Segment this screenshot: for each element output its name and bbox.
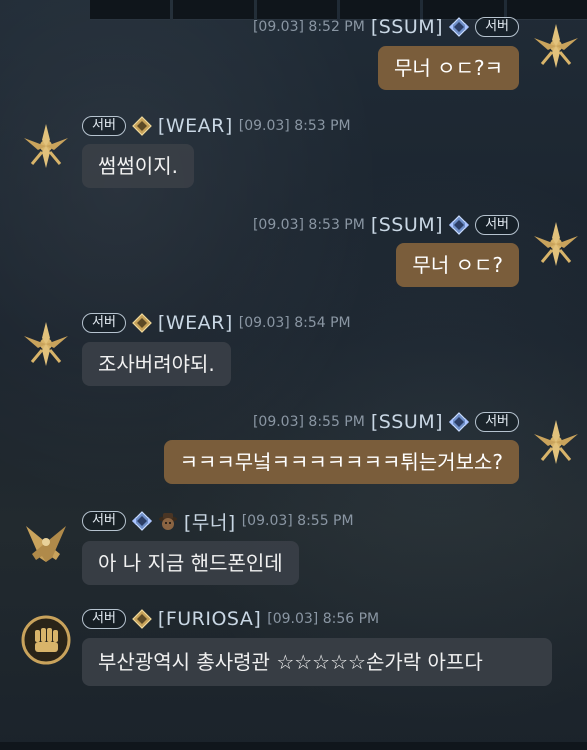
message-bubble[interactable]: ㅋㅋㅋ무넠ㅋㅋㅋㅋㅋㅋㅋ튀는거보소?: [163, 440, 519, 484]
message-bubble[interactable]: 아 나 지금 핸드폰인데: [82, 541, 299, 585]
gold-crest-icon[interactable]: [20, 318, 72, 370]
gold-crest-icon[interactable]: [530, 416, 582, 468]
blue-diamond-rank-icon: [449, 215, 470, 235]
fist-emblem-icon[interactable]: [20, 614, 72, 666]
gold-diamond-rank-icon: [132, 313, 152, 333]
message-timestamp: [09.03] 8:56 PM: [267, 611, 380, 627]
message-timestamp: [09.03] 8:53 PM: [238, 118, 351, 134]
server-tag: 서버: [82, 609, 126, 629]
message-header: 서버 [FURIOSA] [09.03] 8:56 PM: [82, 606, 379, 632]
server-tag: 서버: [82, 511, 126, 531]
gold-diamond-rank-icon: [132, 609, 152, 629]
message-header: [09.03] 8:52 PM [SSUM] 서버: [253, 14, 519, 40]
message-timestamp: [09.03] 8:55 PM: [241, 513, 354, 529]
sender-name[interactable]: [SSUM]: [371, 16, 443, 38]
sender-name[interactable]: [SSUM]: [371, 214, 443, 236]
sender-name[interactable]: [SSUM]: [371, 411, 443, 433]
sender-name[interactable]: [무너]: [184, 508, 236, 535]
blue-diamond-rank-icon: [449, 17, 470, 37]
server-tag: 서버: [475, 17, 519, 37]
bear-hat-icon: [158, 513, 177, 530]
message-header: 서버 [무너] [09.03] 8:55 PM: [82, 508, 354, 534]
chat-bottom-bar: [0, 742, 587, 750]
crossed-guns-icon[interactable]: [20, 516, 72, 568]
server-tag: 서버: [82, 116, 126, 136]
server-tag: 서버: [82, 313, 126, 333]
message-timestamp: [09.03] 8:55 PM: [252, 414, 365, 430]
message-timestamp: [09.03] 8:52 PM: [252, 19, 365, 35]
message-bubble[interactable]: 조사버려야되.: [82, 342, 231, 386]
message-bubble[interactable]: 무너 ㅇㄷ?: [396, 243, 519, 287]
gold-crest-icon[interactable]: [530, 20, 582, 72]
message-timestamp: [09.03] 8:53 PM: [252, 217, 365, 233]
server-tag: 서버: [475, 215, 519, 235]
message-timestamp: [09.03] 8:54 PM: [238, 315, 351, 331]
gold-diamond-rank-icon: [132, 116, 152, 136]
sender-name[interactable]: [FURIOSA]: [158, 608, 261, 630]
blue-diamond-rank-icon: [131, 511, 152, 531]
message-bubble[interactable]: 부산광역시 총사령관 ☆☆☆☆☆손가락 아프다: [82, 638, 552, 686]
message-header: [09.03] 8:53 PM [SSUM] 서버: [253, 212, 519, 238]
sender-name[interactable]: [WEAR]: [158, 312, 233, 334]
blue-diamond-rank-icon: [449, 412, 470, 432]
message-bubble[interactable]: 무너 ㅇㄷ?ㅋ: [378, 46, 519, 90]
server-tag: 서버: [475, 412, 519, 432]
sender-name[interactable]: [WEAR]: [158, 115, 233, 137]
gold-crest-icon[interactable]: [530, 218, 582, 270]
message-header: 서버 [WEAR] [09.03] 8:53 PM: [82, 113, 351, 139]
gold-crest-icon[interactable]: [20, 120, 72, 172]
message-bubble[interactable]: 썸썸이지.: [82, 144, 194, 188]
message-header: [09.03] 8:55 PM [SSUM] 서버: [253, 409, 519, 435]
message-header: 서버 [WEAR] [09.03] 8:54 PM: [82, 310, 351, 336]
